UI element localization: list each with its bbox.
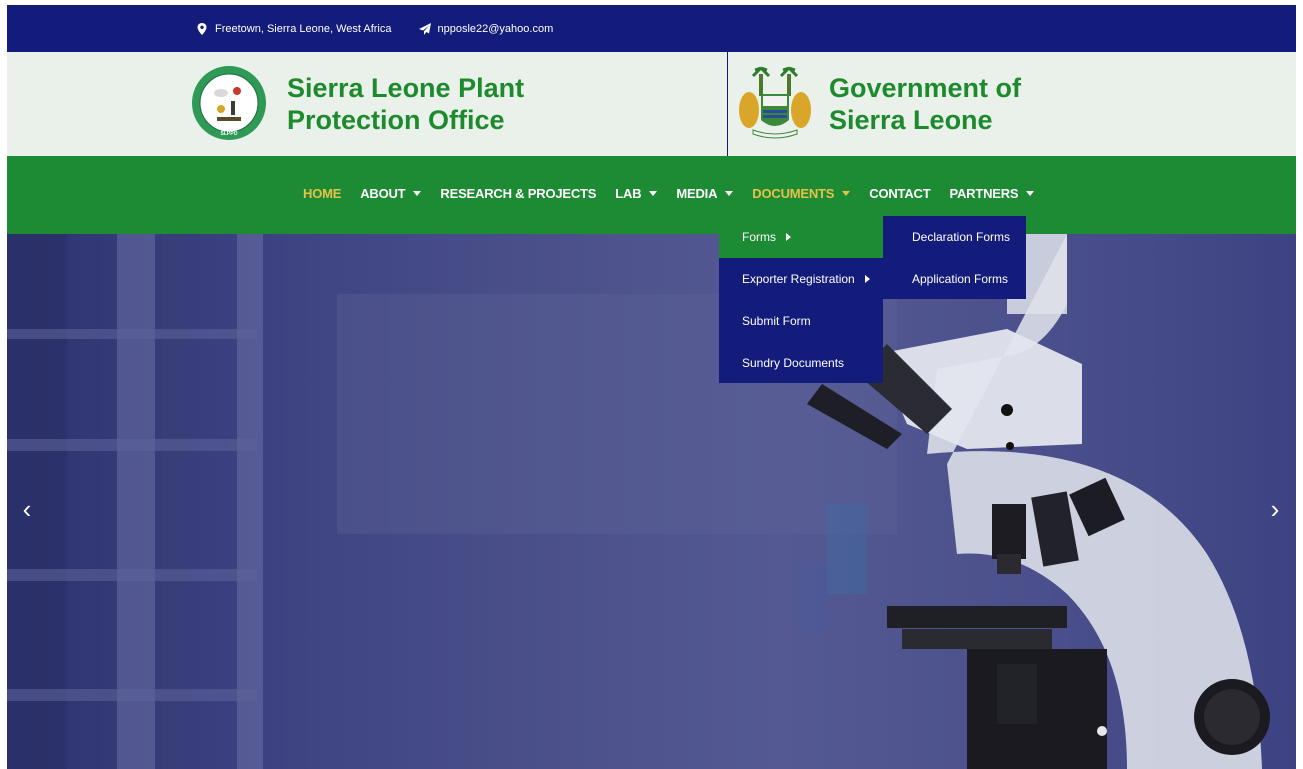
caret-down-icon: [649, 191, 658, 196]
org-title-line2: Protection Office: [287, 105, 505, 135]
coat-of-arms-logo: [739, 66, 811, 139]
nav-item-media[interactable]: MEDIA: [676, 186, 734, 201]
header-divider: [727, 52, 728, 156]
main-nav-list: HOME ABOUT RESEARCH & PROJECTS LAB MEDIA…: [303, 186, 1053, 201]
menu-item-label: Forms: [742, 230, 776, 244]
gov-title-line1: Government of: [829, 73, 1022, 103]
nav-item-label: MEDIA: [676, 186, 718, 201]
menu-item-submit-form[interactable]: Submit Form: [719, 300, 883, 342]
main-nav: HOME ABOUT RESEARCH & PROJECTS LAB MEDIA…: [7, 156, 1296, 234]
nav-item-label: LAB: [615, 186, 642, 201]
gov-title-line2: Sierra Leone: [829, 105, 993, 135]
nav-item-about[interactable]: ABOUT: [360, 186, 422, 201]
email-link[interactable]: npposle22@yahoo.com: [438, 23, 554, 35]
site-header: SLPPO Sierra Leone Plant Protection Offi…: [7, 52, 1296, 156]
browser-viewport: Freetown, Sierra Leone, West Africa nppo…: [7, 5, 1296, 769]
top-info-bar: Freetown, Sierra Leone, West Africa nppo…: [7, 5, 1296, 52]
paper-plane-icon: [418, 22, 431, 35]
nav-item-label: PARTNERS: [949, 186, 1019, 201]
nav-item-partners[interactable]: PARTNERS: [949, 186, 1035, 201]
org-title-line1: Sierra Leone Plant: [287, 73, 525, 103]
caret-down-icon: [842, 191, 851, 196]
menu-item-exporter-registration[interactable]: Exporter Registration: [719, 258, 883, 300]
email-info[interactable]: npposle22@yahoo.com: [418, 22, 554, 36]
hero-slider: ‹ ›: [7, 234, 1296, 769]
nav-item-label: HOME: [303, 186, 342, 201]
caret-down-icon: [725, 191, 734, 196]
nav-item-home[interactable]: HOME: [303, 186, 341, 201]
documents-dropdown: Forms Exporter Registration Submit Form …: [719, 216, 883, 383]
menu-item-sundry-documents[interactable]: Sundry Documents: [719, 342, 883, 384]
menu-item-label: Sundry Documents: [742, 356, 845, 370]
menu-item-label: Exporter Registration: [742, 272, 855, 286]
hero-microscope-image: [7, 234, 1270, 769]
caret-right-icon: [864, 275, 870, 283]
caret-down-icon: [1026, 191, 1035, 196]
menu-item-label: Submit Form: [742, 314, 811, 328]
nav-item-contact[interactable]: CONTACT: [869, 186, 930, 201]
org-logo[interactable]: SLPPO: [191, 65, 267, 141]
nav-item-label: ABOUT: [360, 186, 406, 201]
nav-item-label: DOCUMENTS: [752, 186, 835, 201]
menu-item-declaration-forms[interactable]: Declaration Forms: [883, 216, 1026, 258]
nav-item-research-projects[interactable]: RESEARCH & PROJECTS: [440, 186, 596, 201]
location-info: Freetown, Sierra Leone, West Africa: [195, 22, 392, 36]
org-title[interactable]: Sierra Leone Plant Protection Office: [287, 72, 587, 136]
nav-item-documents[interactable]: DOCUMENTS: [752, 186, 851, 201]
gov-title: Government of Sierra Leone: [829, 72, 1129, 136]
menu-item-label: Declaration Forms: [912, 230, 1011, 244]
nav-item-lab[interactable]: LAB: [615, 186, 658, 201]
caret-right-icon: [786, 233, 791, 241]
location-text: Freetown, Sierra Leone, West Africa: [215, 22, 392, 35]
nav-item-label: CONTACT: [869, 186, 931, 201]
menu-item-forms[interactable]: Forms: [719, 216, 883, 258]
caret-down-icon: [413, 191, 422, 196]
map-marker-icon: [197, 22, 207, 35]
slider-next-arrow[interactable]: ›: [1265, 494, 1285, 524]
org-logo-text: SLPPO: [221, 131, 238, 137]
menu-item-application-forms[interactable]: Application Forms: [883, 258, 1026, 300]
forms-submenu: Declaration Forms Application Forms: [883, 216, 1026, 299]
slider-prev-arrow[interactable]: ‹: [17, 494, 37, 524]
menu-item-label: Application Forms: [912, 272, 1009, 286]
nav-item-label: RESEARCH & PROJECTS: [440, 186, 597, 201]
